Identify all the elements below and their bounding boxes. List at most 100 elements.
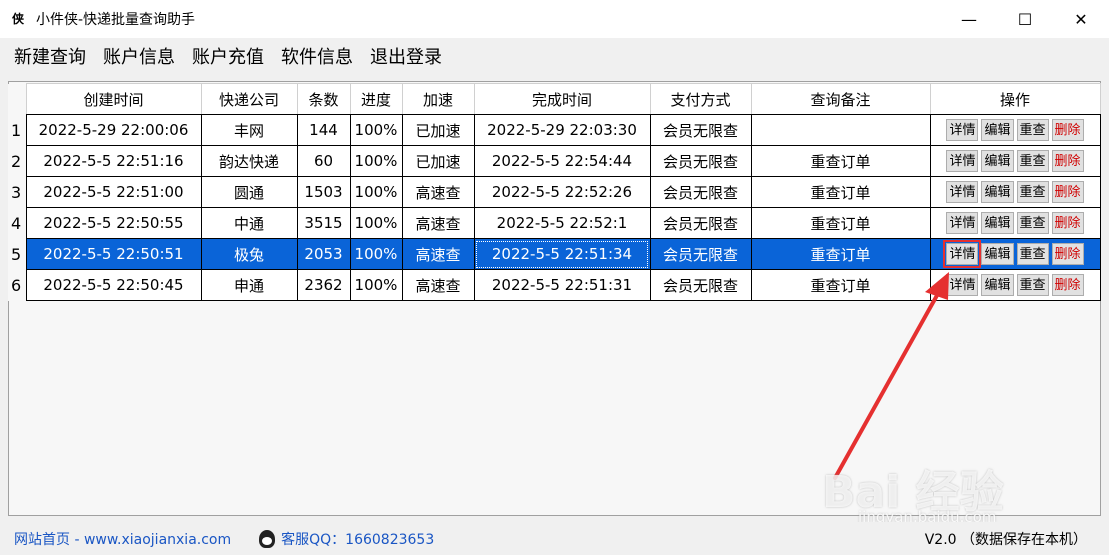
col-header-pay[interactable]: 支付方式 (649, 83, 752, 115)
requery-button[interactable]: 重查 (1016, 150, 1049, 172)
table-row[interactable]: 4 2022-5-5 22:50:55 中通 3515 100% 高速查 2022-5-5 … (8, 207, 1101, 239)
col-header-count[interactable]: 条数 (296, 83, 351, 115)
cell-created[interactable]: 2022-5-5 22:50:51 (25, 238, 202, 270)
cell-progress[interactable]: 100% (349, 145, 403, 177)
detail-button[interactable]: 详情 (946, 119, 979, 141)
cell-speed[interactable]: 已加速 (401, 114, 475, 146)
col-header-speed[interactable]: 加速 (401, 83, 475, 115)
minimize-button[interactable]: — (941, 0, 997, 38)
cell-speed[interactable]: 高速查 (401, 238, 475, 270)
col-header-company[interactable]: 快递公司 (200, 83, 298, 115)
cell-finished[interactable]: 2022-5-5 22:54:44 (473, 145, 651, 177)
edit-button[interactable]: 编辑 (981, 150, 1014, 172)
cell-pay[interactable]: 会员无限查 (649, 176, 752, 208)
edit-button[interactable]: 编辑 (981, 119, 1014, 141)
col-header-note[interactable]: 查询备注 (750, 83, 931, 115)
cell-note[interactable]: 重查订单 (750, 207, 931, 239)
cell-company[interactable]: 韵达快递 (200, 145, 298, 177)
menu-account-info[interactable]: 账户信息 (103, 43, 175, 69)
cell-finished[interactable]: 2022-5-5 22:52:1 (473, 207, 651, 239)
delete-button[interactable]: 删除 (1051, 212, 1084, 234)
cell-note[interactable]: 重查订单 (750, 145, 931, 177)
detail-button[interactable]: 详情 (946, 150, 979, 172)
cell-finished[interactable]: 2022-5-5 22:52:26 (473, 176, 651, 208)
cell-progress[interactable]: 100% (349, 238, 403, 270)
cell-progress[interactable]: 100% (349, 176, 403, 208)
detail-button[interactable]: 详情 (943, 240, 982, 268)
cell-finished[interactable]: 2022-5-29 22:03:30 (473, 114, 651, 146)
table-row[interactable]: 6 2022-5-5 22:50:45 申通 2362 100% 高速查 2022-5-5 … (8, 269, 1101, 301)
table-row[interactable]: 3 2022-5-5 22:51:00 圆通 1503 100% 高速查 2022-5-5 … (8, 176, 1101, 208)
delete-button[interactable]: 删除 (1051, 243, 1084, 265)
cell-note[interactable]: 重查订单 (750, 269, 931, 301)
detail-button[interactable]: 详情 (946, 274, 979, 296)
cell-company[interactable]: 丰网 (200, 114, 298, 146)
detail-button[interactable]: 详情 (946, 212, 979, 234)
delete-button[interactable]: 删除 (1051, 150, 1084, 172)
cell-progress[interactable]: 100% (349, 207, 403, 239)
row-number[interactable]: 5 (8, 238, 27, 270)
cell-note[interactable] (750, 114, 931, 146)
edit-button[interactable]: 编辑 (981, 243, 1014, 265)
col-header-progress[interactable]: 进度 (349, 83, 403, 115)
detail-button[interactable]: 详情 (946, 181, 979, 203)
cell-pay[interactable]: 会员无限查 (649, 238, 752, 270)
row-number[interactable]: 3 (8, 176, 27, 208)
cell-pay[interactable]: 会员无限查 (649, 269, 752, 301)
cell-count[interactable]: 144 (296, 114, 351, 146)
cell-created[interactable]: 2022-5-5 22:51:16 (25, 145, 202, 177)
cell-speed[interactable]: 已加速 (401, 145, 475, 177)
requery-button[interactable]: 重查 (1016, 243, 1049, 265)
cell-count[interactable]: 3515 (296, 207, 351, 239)
cell-company[interactable]: 圆通 (200, 176, 298, 208)
col-header-actions[interactable]: 操作 (929, 83, 1101, 115)
cell-company[interactable]: 申通 (200, 269, 298, 301)
delete-button[interactable]: 删除 (1051, 119, 1084, 141)
cell-note[interactable]: 重查订单 (750, 238, 931, 270)
delete-button[interactable]: 删除 (1051, 274, 1084, 296)
cell-finished[interactable]: 2022-5-5 22:51:34 (473, 238, 651, 270)
cell-pay[interactable]: 会员无限查 (649, 145, 752, 177)
requery-button[interactable]: 重查 (1016, 181, 1049, 203)
menu-new-query[interactable]: 新建查询 (14, 43, 86, 69)
cell-company[interactable]: 极兔 (200, 238, 298, 270)
requery-button[interactable]: 重查 (1016, 119, 1049, 141)
cell-count[interactable]: 1503 (296, 176, 351, 208)
cell-speed[interactable]: 高速查 (401, 269, 475, 301)
cell-progress[interactable]: 100% (349, 269, 403, 301)
col-header-finished[interactable]: 完成时间 (473, 83, 651, 115)
cell-created[interactable]: 2022-5-5 22:50:55 (25, 207, 202, 239)
requery-button[interactable]: 重查 (1016, 212, 1049, 234)
row-number[interactable]: 6 (8, 269, 27, 301)
col-header-created[interactable]: 创建时间 (25, 83, 202, 115)
requery-button[interactable]: 重查 (1016, 274, 1049, 296)
row-number[interactable]: 4 (8, 207, 27, 239)
website-link[interactable]: 网站首页 - www.xiaojianxia.com (14, 529, 231, 549)
cell-pay[interactable]: 会员无限查 (649, 114, 752, 146)
qq-support[interactable]: 客服QQ：1660823653 (259, 529, 434, 549)
cell-count[interactable]: 2362 (296, 269, 351, 301)
cell-speed[interactable]: 高速查 (401, 207, 475, 239)
menu-account-recharge[interactable]: 账户充值 (192, 43, 264, 69)
cell-count[interactable]: 2053 (296, 238, 351, 270)
cell-created[interactable]: 2022-5-5 22:51:00 (25, 176, 202, 208)
cell-created[interactable]: 2022-5-5 22:50:45 (25, 269, 202, 301)
table-row[interactable]: 2 2022-5-5 22:51:16 韵达快递 60 100% 已加速 2022-5-5 … (8, 145, 1101, 177)
cell-speed[interactable]: 高速查 (401, 176, 475, 208)
row-number[interactable]: 1 (8, 114, 27, 146)
cell-pay[interactable]: 会员无限查 (649, 207, 752, 239)
menu-software-info[interactable]: 软件信息 (281, 43, 353, 69)
edit-button[interactable]: 编辑 (981, 212, 1014, 234)
maximize-button[interactable]: ☐ (997, 0, 1053, 38)
row-number[interactable]: 2 (8, 145, 27, 177)
edit-button[interactable]: 编辑 (981, 181, 1014, 203)
cell-note[interactable]: 重查订单 (750, 176, 931, 208)
table-row[interactable]: 1 2022-5-29 22:00:06 丰网 144 100% 已加速 2022-5-29… (8, 114, 1101, 146)
cell-progress[interactable]: 100% (349, 114, 403, 146)
edit-button[interactable]: 编辑 (981, 274, 1014, 296)
close-button[interactable]: ✕ (1053, 0, 1109, 38)
delete-button[interactable]: 删除 (1051, 181, 1084, 203)
cell-count[interactable]: 60 (296, 145, 351, 177)
cell-created[interactable]: 2022-5-29 22:00:06 (25, 114, 202, 146)
cell-finished[interactable]: 2022-5-5 22:51:31 (473, 269, 651, 301)
